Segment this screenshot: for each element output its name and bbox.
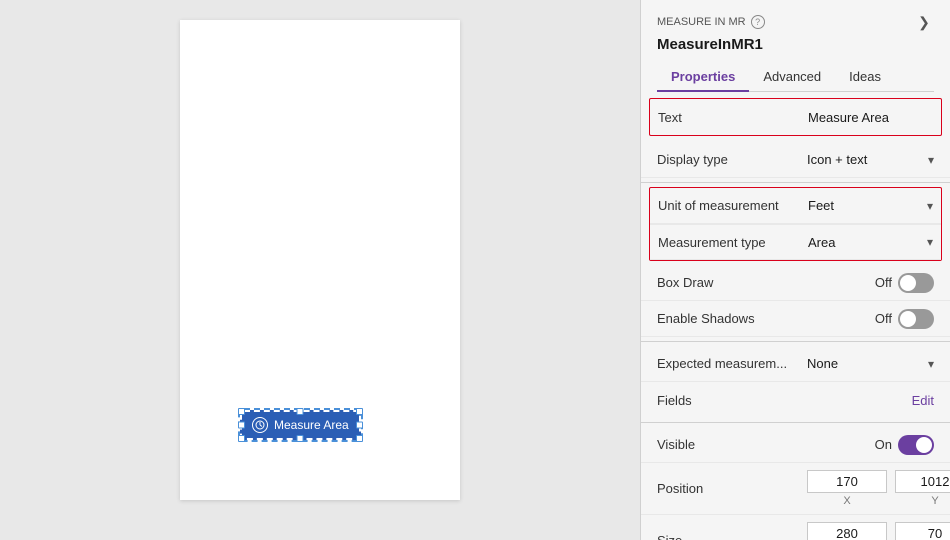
visible-row: Visible On (641, 427, 950, 463)
visible-state: On (875, 437, 892, 452)
text-label: Text (658, 110, 808, 125)
visible-toggle[interactable] (898, 435, 934, 455)
unit-select[interactable]: Feet ▾ (808, 198, 933, 213)
enable-shadows-toggle[interactable] (898, 309, 934, 329)
display-type-chevron: ▾ (928, 153, 934, 167)
visible-label: Visible (657, 437, 807, 452)
position-label: Position (657, 481, 807, 496)
size-label: Size (657, 533, 807, 540)
position-inputs-row (807, 470, 950, 493)
measurement-type-chevron: ▾ (927, 235, 933, 249)
tab-ideas[interactable]: Ideas (835, 63, 895, 92)
box-draw-row: Box Draw Off (641, 265, 950, 301)
position-x-label: X (807, 495, 887, 507)
divider-2 (641, 341, 950, 342)
expected-measure-row: Expected measurem... None ▾ (641, 346, 950, 382)
box-draw-toggle[interactable] (898, 273, 934, 293)
size-width-input[interactable] (807, 522, 887, 540)
fields-label: Fields (657, 393, 807, 408)
display-type-row: Display type Icon + text ▾ (641, 142, 950, 178)
enable-shadows-toggle-container: Off (875, 309, 934, 329)
unit-label: Unit of measurement (658, 198, 808, 213)
handle-tr[interactable] (356, 408, 363, 415)
size-inputs-row (807, 522, 950, 540)
position-inputs: X Y (807, 470, 950, 507)
fields-edit-link[interactable]: Edit (912, 393, 934, 408)
visible-toggle-container: On (875, 435, 934, 455)
measure-icon (252, 417, 268, 433)
properties-section: Text Display type Icon + text ▾ Unit of … (641, 92, 950, 540)
handle-tl[interactable] (238, 408, 245, 415)
expected-measure-value: None (807, 356, 838, 371)
display-type-select[interactable]: Icon + text ▾ (807, 152, 934, 167)
handle-ml[interactable] (238, 422, 245, 429)
enable-shadows-row: Enable Shadows Off (641, 301, 950, 337)
handle-bm[interactable] (297, 435, 304, 442)
size-inputs: Width Height (807, 522, 950, 540)
tab-advanced[interactable]: Advanced (749, 63, 835, 92)
expected-measure-select[interactable]: None ▾ (807, 356, 934, 371)
divider-3 (641, 422, 950, 423)
measurement-type-label: Measurement type (658, 235, 808, 250)
handle-bl[interactable] (238, 435, 245, 442)
measurement-group: Unit of measurement Feet ▾ Measurement t… (649, 187, 942, 261)
panel-title-row: MEASURE IN MR ? ❯ (657, 12, 934, 32)
position-row: Position X Y (641, 463, 950, 515)
display-type-value: Icon + text (807, 152, 867, 167)
unit-row: Unit of measurement Feet ▾ (650, 188, 941, 224)
handle-mr[interactable] (356, 422, 363, 429)
canvas-page: Measure Area (180, 20, 460, 500)
handle-tm[interactable] (297, 408, 304, 415)
button-label: Measure Area (274, 418, 349, 432)
handle-br[interactable] (356, 435, 363, 442)
fields-row: Fields Edit (641, 382, 950, 418)
box-draw-label: Box Draw (657, 275, 807, 290)
box-draw-toggle-container: Off (875, 273, 934, 293)
measurement-type-row: Measurement type Area ▾ (650, 224, 941, 260)
info-icon[interactable]: ? (751, 15, 765, 29)
panel-header: MEASURE IN MR ? ❯ MeasureInMR1 Propertie… (641, 0, 950, 92)
position-y-label: Y (895, 495, 950, 507)
text-input[interactable] (808, 110, 950, 125)
enable-shadows-state: Off (875, 311, 892, 326)
canvas-area: Measure Area (0, 0, 640, 540)
unit-value: Feet (808, 198, 834, 213)
measure-area-button[interactable]: Measure Area (240, 410, 361, 440)
unit-chevron: ▾ (927, 199, 933, 213)
expected-measure-label: Expected measurem... (657, 356, 807, 371)
size-height-input[interactable] (895, 522, 950, 540)
size-row: Size Width Height (641, 515, 950, 540)
box-draw-state: Off (875, 275, 892, 290)
tab-properties[interactable]: Properties (657, 63, 749, 92)
display-type-label: Display type (657, 152, 807, 167)
divider-1 (641, 182, 950, 183)
expected-measure-chevron: ▾ (928, 357, 934, 371)
measurement-type-select[interactable]: Area ▾ (808, 235, 933, 250)
panel-measure-label: MEASURE IN MR ? (657, 15, 765, 29)
panel-chevron[interactable]: ❯ (914, 12, 934, 32)
measurement-type-value: Area (808, 235, 835, 250)
position-x-input[interactable] (807, 470, 887, 493)
text-row: Text (650, 99, 941, 135)
right-panel: MEASURE IN MR ? ❯ MeasureInMR1 Propertie… (640, 0, 950, 540)
enable-shadows-label: Enable Shadows (657, 311, 807, 326)
panel-tabs: Properties Advanced Ideas (657, 63, 934, 92)
position-y-input[interactable] (895, 470, 950, 493)
component-name: MeasureInMR1 (657, 36, 934, 53)
